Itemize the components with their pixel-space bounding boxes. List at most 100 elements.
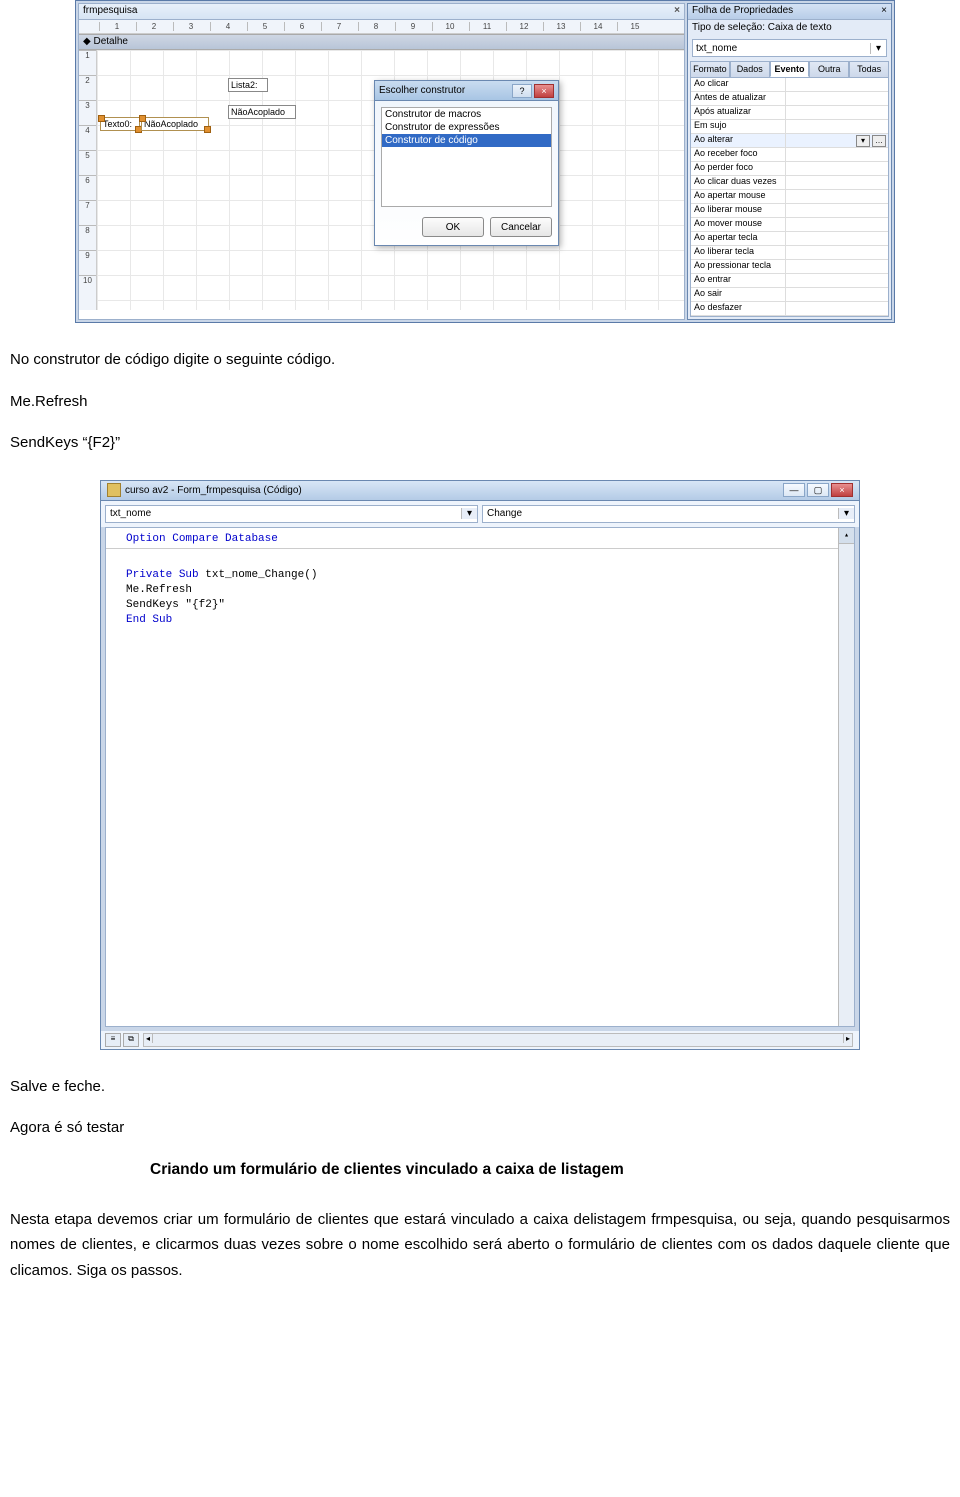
choose-builder-dialog: Escolher construtor ? × Construtor de ma… [374, 80, 559, 246]
property-value[interactable] [786, 274, 888, 287]
builder-list[interactable]: Construtor de macros Construtor de expre… [381, 107, 552, 207]
dropdown-icon[interactable]: ▾ [461, 508, 477, 519]
property-value[interactable] [786, 162, 888, 175]
property-sheet: Folha de Propriedades × Tipo de seleção:… [687, 3, 892, 320]
textbox-label-control[interactable]: Texto0: [100, 117, 140, 131]
full-module-view-button[interactable]: ⧉ [123, 1033, 139, 1047]
help-icon[interactable]: ? [512, 84, 532, 98]
property-name: Ao clicar duas vezes [691, 176, 786, 189]
ruler-horizontal: 123456789101112131415 [79, 20, 684, 34]
property-name: Em sujo [691, 120, 786, 133]
property-row[interactable]: Ao desfazer [691, 302, 888, 316]
property-row[interactable]: Ao sair [691, 288, 888, 302]
vba-code-pane[interactable]: Option Compare Database Private Sub txt_… [105, 527, 855, 1027]
vertical-scrollbar[interactable] [838, 528, 854, 1026]
property-value[interactable]: ▾… [786, 134, 888, 147]
property-name: Ao apertar mouse [691, 190, 786, 203]
property-row[interactable]: Em sujo [691, 120, 888, 134]
builder-icon[interactable]: … [872, 135, 886, 147]
close-icon[interactable]: × [534, 84, 554, 98]
property-name: Ao liberar mouse [691, 204, 786, 217]
object-name-input[interactable] [693, 43, 870, 54]
close-icon[interactable]: × [674, 5, 680, 18]
horizontal-scrollbar[interactable] [143, 1033, 853, 1047]
close-icon[interactable]: × [881, 5, 887, 18]
property-value[interactable] [786, 176, 888, 189]
combo-value: txt_nome [106, 508, 461, 519]
property-row[interactable]: Ao liberar tecla [691, 246, 888, 260]
property-grid: Ao clicarAntes de atualizarApós atualiza… [690, 77, 889, 317]
property-value[interactable] [786, 106, 888, 119]
textbox-control[interactable]: NãoAcoplado [141, 117, 209, 131]
form-tab[interactable]: frmpesquisa × [79, 4, 684, 20]
property-value[interactable] [786, 204, 888, 217]
property-row[interactable]: Ao mover mouse [691, 218, 888, 232]
form-section-header[interactable]: ◆ Detalhe [79, 34, 684, 50]
access-module-icon [107, 483, 121, 497]
builder-option[interactable]: Construtor de expressões [382, 121, 551, 134]
listbox-label-control[interactable]: Lista2: [228, 78, 268, 92]
property-value[interactable] [786, 92, 888, 105]
control-unbound-text: NãoAcoplado [144, 119, 198, 129]
para: No construtor de código digite o seguint… [10, 347, 950, 373]
property-row[interactable]: Ao entrar [691, 274, 888, 288]
tab-dados[interactable]: Dados [730, 61, 770, 77]
property-value[interactable] [786, 218, 888, 231]
property-sheet-title: Folha de Propriedades [692, 5, 793, 18]
tab-outra[interactable]: Outra [809, 61, 849, 77]
dropdown-icon[interactable]: ▾ [856, 135, 870, 147]
property-value[interactable] [786, 78, 888, 91]
property-row[interactable]: Ao apertar tecla [691, 232, 888, 246]
document-paragraphs: Salve e feche. Agora é só testar Criando… [10, 1074, 950, 1183]
screenshot-form-designer: frmpesquisa × 123456789101112131415 ◆ De… [75, 0, 895, 323]
dropdown-icon[interactable]: ▾ [870, 43, 886, 54]
property-value[interactable] [786, 260, 888, 273]
minimize-icon[interactable]: — [783, 483, 805, 497]
para: SendKeys “{F2}” [10, 430, 950, 456]
property-name: Ao liberar tecla [691, 246, 786, 259]
ok-button[interactable]: OK [422, 217, 484, 237]
vba-titlebar[interactable]: curso av2 - Form_frmpesquisa (Código) — … [101, 481, 859, 501]
maximize-icon[interactable]: ▢ [807, 483, 829, 497]
property-row[interactable]: Ao receber foco [691, 148, 888, 162]
procedure-view-button[interactable]: ≡ [105, 1033, 121, 1047]
property-row[interactable]: Ao alterar▾… [691, 134, 888, 148]
combo-value: Change [483, 508, 838, 519]
object-combo[interactable]: txt_nome ▾ [105, 505, 478, 523]
property-row[interactable]: Após atualizar [691, 106, 888, 120]
property-row[interactable]: Ao apertar mouse [691, 190, 888, 204]
dialog-titlebar[interactable]: Escolher construtor ? × [375, 81, 558, 101]
code-line: SendKeys "{f2}" [126, 598, 854, 613]
property-value[interactable] [786, 120, 888, 133]
builder-option[interactable]: Construtor de macros [382, 108, 551, 121]
property-row[interactable]: Ao perder foco [691, 162, 888, 176]
dialog-title: Escolher construtor [379, 85, 465, 96]
property-row[interactable]: Ao liberar mouse [691, 204, 888, 218]
close-icon[interactable]: × [831, 483, 853, 497]
vba-window-title: curso av2 - Form_frmpesquisa (Código) [125, 485, 302, 496]
cancel-button[interactable]: Cancelar [490, 217, 552, 237]
property-value[interactable] [786, 288, 888, 301]
property-value[interactable] [786, 302, 888, 315]
property-row[interactable]: Ao pressionar tecla [691, 260, 888, 274]
property-name: Antes de atualizar [691, 92, 786, 105]
para: Nesta etapa devemos criar um formulário … [10, 1207, 950, 1284]
procedure-combo[interactable]: Change ▾ [482, 505, 855, 523]
tab-evento[interactable]: Evento [770, 61, 810, 77]
tab-todas[interactable]: Todas [849, 61, 889, 77]
object-selector[interactable]: ▾ [692, 39, 887, 57]
property-value[interactable] [786, 148, 888, 161]
property-value[interactable] [786, 232, 888, 245]
document-paragraphs: Nesta etapa devemos criar um formulário … [10, 1207, 950, 1284]
dropdown-icon[interactable]: ▾ [838, 508, 854, 519]
property-row[interactable]: Antes de atualizar [691, 92, 888, 106]
property-value[interactable] [786, 246, 888, 259]
property-row[interactable]: Ao clicar duas vezes [691, 176, 888, 190]
tab-formato[interactable]: Formato [690, 61, 730, 77]
property-row[interactable]: Ao clicar [691, 78, 888, 92]
property-name: Ao mover mouse [691, 218, 786, 231]
builder-option-selected[interactable]: Construtor de código [382, 134, 551, 147]
listbox-control[interactable]: NãoAcoplado [228, 105, 296, 119]
property-value[interactable] [786, 190, 888, 203]
form-design-pane: frmpesquisa × 123456789101112131415 ◆ De… [78, 3, 685, 320]
